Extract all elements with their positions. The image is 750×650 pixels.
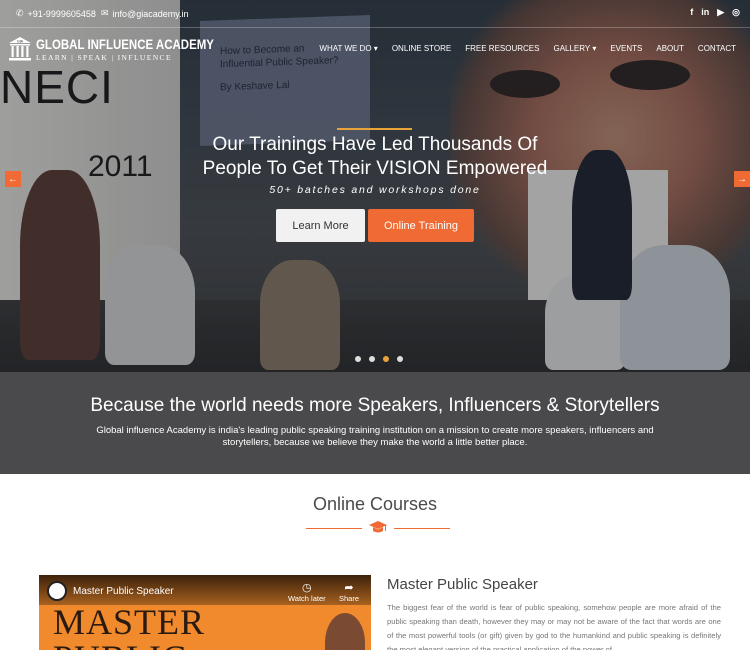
slider-prev-button[interactable]: ← [5, 171, 21, 187]
learn-more-button[interactable]: Learn More [276, 209, 365, 242]
video-thumb-person [325, 613, 365, 650]
arrow-right-icon: → [737, 173, 747, 185]
email-contact[interactable]: ✉ info@giacademy.in [101, 8, 189, 19]
academy-building-icon: GIA [8, 36, 32, 62]
nav-item-contact[interactable]: CONTACT [698, 44, 736, 53]
facebook-icon[interactable]: f [690, 7, 693, 18]
nav-item-gallery[interactable]: GALLERY ▾ [553, 44, 596, 53]
clock-icon: ◷ [302, 582, 312, 594]
logo-tagline: LEARN | SPEAK | INFLUENCE [36, 53, 172, 62]
online-training-button[interactable]: Online Training [368, 209, 474, 242]
hero-heading: Our Trainings Have Led Thousands Of Peop… [0, 128, 750, 181]
slider-next-button[interactable]: → [734, 171, 750, 187]
nav-item-events[interactable]: EVENTS [610, 44, 642, 53]
top-contact-bar: ✆ +91-9999605458 ✉ info@giacademy.in f i… [0, 0, 750, 28]
instagram-icon[interactable]: ◎ [732, 7, 740, 18]
main-nav: WHAT WE DO ▾ ONLINE STORE FREE RESOURCES… [319, 44, 736, 53]
share-icon: ➦ [344, 582, 354, 594]
phone-text: +91-9999605458 [27, 8, 96, 19]
logo-name: GLOBAL INFLUENCE ACADEMY [36, 36, 214, 52]
youtube-icon[interactable]: ▶ [717, 7, 724, 18]
graduation-cap-icon [368, 520, 388, 536]
video-title[interactable]: Master Public Speaker [73, 586, 174, 597]
slider-dot[interactable] [355, 356, 361, 362]
mission-band: Because the world needs more Speakers, I… [0, 372, 750, 474]
hero-slider: NECI 2011 How to Become an Influential P… [0, 0, 750, 372]
channel-avatar[interactable] [47, 581, 67, 601]
slider-dots [355, 356, 403, 362]
video-embed[interactable]: MASTER PUBLIC Master Public Speaker ◷ Wa… [39, 575, 371, 650]
arrow-left-icon: ← [8, 173, 18, 185]
nav-item-about[interactable]: ABOUT [656, 44, 684, 53]
svg-text:GIA: GIA [17, 40, 24, 44]
divider-right [394, 528, 450, 529]
mail-icon: ✉ [101, 8, 109, 18]
heading-accent-line [337, 128, 412, 130]
email-text: info@giacademy.in [112, 8, 189, 19]
nav-item-what-we-do[interactable]: WHAT WE DO ▾ [319, 44, 377, 53]
linkedin-icon[interactable]: in [701, 7, 709, 18]
course-description: The biggest fear of the world is fear of… [387, 603, 721, 650]
divider-left [306, 528, 362, 529]
video-thumb-text: PUBLIC [53, 637, 187, 650]
course-title: Master Public Speaker [387, 576, 538, 593]
phone-icon: ✆ [16, 8, 24, 18]
mission-text: Global influence Academy is india's lead… [96, 425, 654, 448]
watch-later-button[interactable]: ◷ Watch later [288, 581, 326, 603]
hero-subtitle: 50+ batches and workshops done [269, 184, 481, 196]
mission-heading: Because the world needs more Speakers, I… [90, 395, 660, 416]
share-button[interactable]: ➦ Share [339, 581, 359, 603]
slider-dot[interactable] [369, 356, 375, 362]
chevron-down-icon: ▾ [373, 44, 378, 53]
site-logo[interactable]: GIA GLOBAL INFLUENCE ACADEMY LEARN | SPE… [8, 36, 253, 62]
nav-item-free-resources[interactable]: FREE RESOURCES [465, 44, 539, 53]
social-links: f in ▶ ◎ [690, 7, 740, 18]
slider-dot-active[interactable] [383, 356, 389, 362]
phone-contact[interactable]: ✆ +91-9999605458 [16, 8, 96, 19]
nav-item-online-store[interactable]: ONLINE STORE [392, 44, 451, 53]
chevron-down-icon: ▾ [592, 44, 597, 53]
slider-dot[interactable] [397, 356, 403, 362]
section-title: Online Courses [312, 494, 438, 514]
